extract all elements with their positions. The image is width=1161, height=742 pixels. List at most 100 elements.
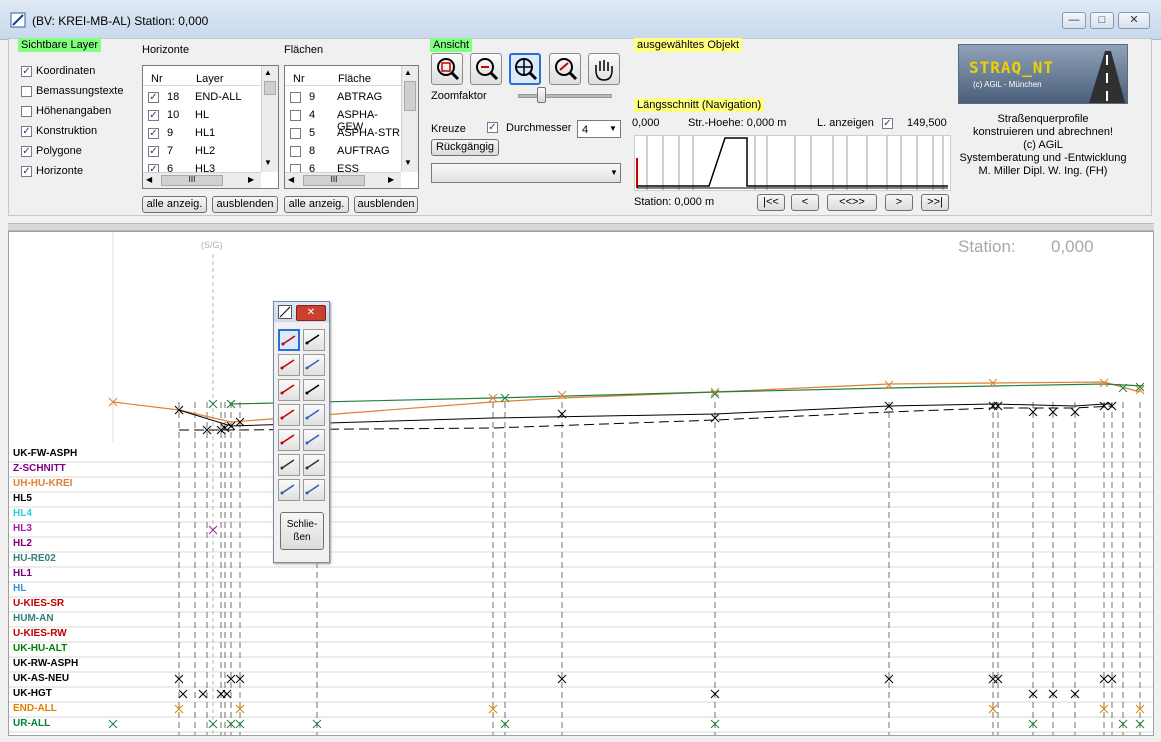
curve-tool-button[interactable] <box>278 379 300 401</box>
flaechen-row[interactable]: 4 ASPHA-GEW <box>285 108 401 133</box>
horizonte-row-checkbox[interactable]: ✓ <box>148 92 159 103</box>
laengsschnitt-profile[interactable] <box>634 135 951 191</box>
flaechen-row-checkbox[interactable] <box>290 128 301 139</box>
layer-checkbox-2[interactable] <box>21 106 32 117</box>
horizonte-row[interactable]: ✓ 18 END-ALL <box>143 90 259 106</box>
offset-tool-button[interactable] <box>303 379 325 401</box>
flaechen-row-checkbox[interactable] <box>290 92 301 103</box>
layer-label[interactable]: END-ALL <box>13 703 57 714</box>
zoom-reset-button[interactable] <box>549 53 581 85</box>
horizonte-row-checkbox[interactable]: ✓ <box>148 128 159 139</box>
horizonte-row-checkbox[interactable]: ✓ <box>148 110 159 121</box>
layer-label[interactable]: UK-RW-ASPH <box>13 658 78 669</box>
layer-checkbox-4[interactable]: ✓ <box>21 146 32 157</box>
flaechen-row[interactable]: 5 ASPHA-STR <box>285 126 401 142</box>
zoom-fit-button[interactable] <box>509 53 541 85</box>
horizonte-vscroll[interactable]: ▲ ▼ <box>261 66 278 172</box>
zoom-in-button[interactable] <box>431 53 463 85</box>
flaechen-vscroll-thumb[interactable] <box>404 81 416 111</box>
flaechen-show-all-button[interactable]: alle anzeig. <box>284 196 349 213</box>
flaechen-row[interactable]: 8 AUFTRAG <box>285 144 401 160</box>
layer-label[interactable]: HL3 <box>13 523 32 534</box>
undo-button[interactable]: Rückgängig <box>431 139 499 156</box>
trash-button[interactable] <box>303 454 325 476</box>
flaechen-vscroll[interactable]: ▲ ▼ <box>401 66 418 172</box>
tool-palette-titlebar[interactable]: ✕ <box>274 302 329 322</box>
print-button[interactable] <box>278 454 300 476</box>
zoomfaktor-slider-thumb[interactable] <box>537 87 546 103</box>
pan-hand-button[interactable] <box>588 53 620 85</box>
layer-label[interactable]: U-KIES-RW <box>13 628 67 639</box>
cross-section-drawing[interactable] <box>9 232 1153 735</box>
layer-label[interactable]: UK-HU-ALT <box>13 643 67 654</box>
rewind-button[interactable] <box>278 479 300 501</box>
horizonte-list[interactable]: Nr Layer ✓ 18 END-ALL ✓ 10 HL ✓ 9 HL1 ✓ 7 HL2 ✓ 6 HL3 … <box>142 65 279 189</box>
horizonte-row[interactable]: ✓ 9 HL1 <box>143 126 259 142</box>
layer-checkbox-5[interactable]: ✓ <box>21 166 32 177</box>
maximize-button[interactable]: □ <box>1090 12 1114 29</box>
layer-label[interactable]: UK-FW-ASPH <box>13 448 77 459</box>
layer-label[interactable]: Z-SCHNITT <box>13 463 66 474</box>
layer-label[interactable]: UK-AS-NEU <box>13 673 69 684</box>
fast-forward-button[interactable] <box>303 479 325 501</box>
palette-close-icon[interactable]: ✕ <box>296 305 326 321</box>
zoomfaktor-slider-track[interactable] <box>518 94 612 98</box>
layer-label[interactable]: HU-RE02 <box>13 553 56 564</box>
layer-label[interactable]: HL <box>13 583 26 594</box>
layer-label[interactable]: HL2 <box>13 538 32 549</box>
nav-last-button[interactable]: >>| <box>921 194 949 211</box>
fast-forward-icon <box>305 484 320 495</box>
horizonte-row[interactable]: ✓ 10 HL <box>143 108 259 124</box>
flaechen-row[interactable]: 9 ABTRAG <box>285 90 401 106</box>
layer-label[interactable]: HL5 <box>13 493 32 504</box>
flaechen-row-checkbox[interactable] <box>290 110 301 121</box>
text-tool-button[interactable] <box>303 329 325 351</box>
layer-label[interactable]: HL1 <box>13 568 32 579</box>
logo-line-4: Systemberatung und -Entwicklung <box>959 152 1127 164</box>
panel-splitter[interactable] <box>8 223 1154 231</box>
layer-label[interactable]: UK-HGT <box>13 688 52 699</box>
durchmesser-select[interactable]: 4 ▼ <box>577 120 621 138</box>
flaechen-hscroll[interactable]: ◀ III ▶ <box>285 172 401 188</box>
l-anzeigen-checkbox[interactable]: ✓ <box>882 118 893 129</box>
horizonte-hscroll-thumb[interactable]: III <box>161 175 223 186</box>
horizonte-hscroll[interactable]: ◀ III ▶ <box>143 172 261 188</box>
layer-label[interactable]: U-KIES-SR <box>13 598 64 609</box>
durchmesser-checkbox[interactable]: ✓ <box>487 122 498 133</box>
cross-tool-button[interactable] <box>278 354 300 376</box>
nav-next-button[interactable]: > <box>885 194 913 211</box>
layer-label[interactable]: UR-ALL <box>13 718 50 729</box>
palette-close-button[interactable]: Schlie- ßen <box>280 512 324 550</box>
tool-palette[interactable]: ✕ Schlie- ßen <box>273 301 330 563</box>
layer-label[interactable]: UH-HU-KREI <box>13 478 72 489</box>
layer-checkbox-0[interactable]: ✓ <box>21 66 32 77</box>
horizonte-show-all-button[interactable]: alle anzeig. <box>142 196 207 213</box>
flaechen-hide-button[interactable]: ausblenden <box>354 196 418 213</box>
horizonte-row-checkbox[interactable]: ✓ <box>148 146 159 157</box>
nav-first-button[interactable]: |<< <box>757 194 785 211</box>
nav-prev-button[interactable]: < <box>791 194 819 211</box>
horizonte-vscroll-thumb[interactable] <box>264 81 276 95</box>
flaechen-row-checkbox[interactable] <box>290 146 301 157</box>
point-tool-button[interactable] <box>303 354 325 376</box>
cross-section-canvas[interactable]: Station: 0,000 (S/G) UK-FW-ASPH Z-SCHNITT… <box>8 231 1154 736</box>
zoom-out-button[interactable] <box>470 53 502 85</box>
horizonte-row[interactable]: ✓ 7 HL2 <box>143 144 259 160</box>
measure-tool-button[interactable] <box>278 404 300 426</box>
horizonte-hide-button[interactable]: ausblenden <box>212 196 278 213</box>
slope-tool-button[interactable] <box>303 404 325 426</box>
layer-label[interactable]: HUM-AN <box>13 613 54 624</box>
view-dropdown[interactable]: ▼ <box>431 163 621 183</box>
line-tool-button[interactable] <box>278 329 300 351</box>
horizonte-row-nr: 9 <box>167 127 174 139</box>
layer-label[interactable]: HL4 <box>13 508 32 519</box>
grid-tool-button[interactable] <box>303 429 325 451</box>
layer-checkbox-1[interactable] <box>21 86 32 97</box>
close-button[interactable]: ✕ <box>1118 12 1150 29</box>
polyline-tool-button[interactable] <box>278 429 300 451</box>
minimize-button[interactable]: — <box>1062 12 1086 29</box>
layer-checkbox-3[interactable]: ✓ <box>21 126 32 137</box>
nav-center-button[interactable]: <<>> <box>827 194 877 211</box>
flaechen-list[interactable]: Nr Fläche 9 ABTRAG 4 ASPHA-GEW 5 ASPHA-STR 8 AU… <box>284 65 419 189</box>
flaechen-hscroll-thumb[interactable]: III <box>303 175 365 186</box>
